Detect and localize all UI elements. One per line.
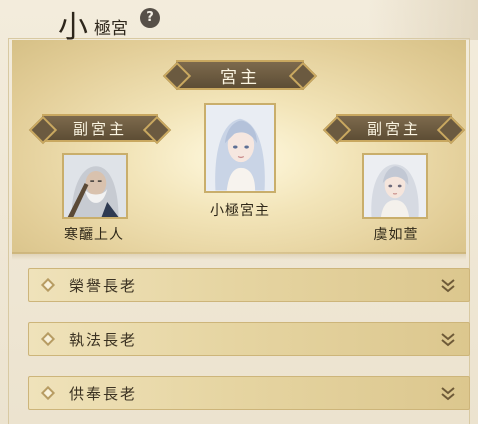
chevron-down-icon[interactable] <box>439 331 457 349</box>
elder-row-law-enforcement[interactable]: 執法長老 <box>28 322 470 356</box>
help-icon[interactable]: ? <box>140 8 160 28</box>
avatar-sect-master[interactable] <box>204 103 276 193</box>
sect-window: 小 極宮 ? 宮主 副宮主 副宮主 小極宮主 寒釃上人 虞如萱 榮譽長老 執法長… <box>0 0 478 424</box>
banner-vice-master-left-label: 副宮主 <box>72 119 127 138</box>
name-vice-master-right: 虞如萱 <box>373 227 419 243</box>
elder-row-honorary[interactable]: 榮譽長老 <box>28 268 470 302</box>
chevron-down-icon[interactable] <box>439 385 457 403</box>
header-decoration <box>368 0 478 40</box>
portrait-white-haired-woman <box>364 155 426 217</box>
elder-row-label: 執法長老 <box>69 330 138 349</box>
elder-row-label: 供奉長老 <box>69 384 138 403</box>
elder-row-offering[interactable]: 供奉長老 <box>28 376 470 410</box>
name-sect-master: 小極宮主 <box>210 203 270 219</box>
banner-vice-master-right: 副宮主 <box>336 114 452 142</box>
banner-sect-master: 宮主 <box>176 60 304 90</box>
title-sect-name: 極宮 <box>94 19 128 39</box>
banner-sect-master-label: 宮主 <box>220 67 260 88</box>
avatar-vice-master-left[interactable] <box>62 153 128 219</box>
banner-vice-master-right-label: 副宮主 <box>366 119 421 138</box>
elder-row-label: 榮譽長老 <box>69 276 138 295</box>
diamond-icon <box>40 385 56 401</box>
diamond-icon <box>40 331 56 347</box>
name-vice-master-left: 寒釃上人 <box>64 227 124 243</box>
diamond-icon <box>40 277 56 293</box>
portrait-elderly-man <box>64 155 126 217</box>
panel-shadow <box>12 252 466 260</box>
portrait-silver-haired-woman <box>206 105 274 191</box>
banner-vice-master-left: 副宮主 <box>42 114 158 142</box>
header: 小 極宮 ? <box>0 0 478 45</box>
avatar-vice-master-right[interactable] <box>362 153 428 219</box>
chevron-down-icon[interactable] <box>439 277 457 295</box>
